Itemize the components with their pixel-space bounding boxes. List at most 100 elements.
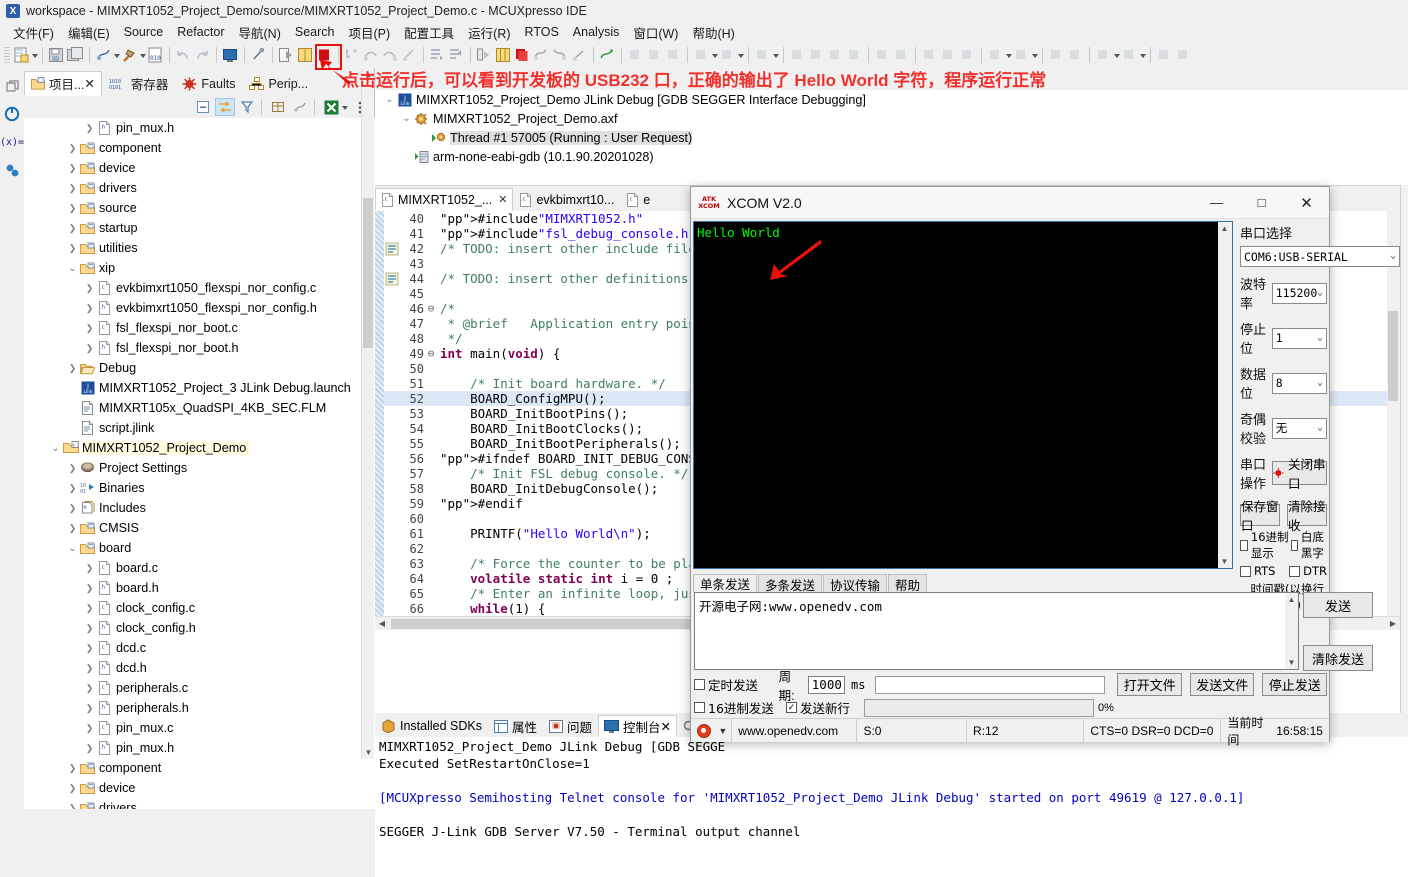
tree-row[interactable]: ⌄ board [24, 538, 375, 558]
suspend-all-icon[interactable] [448, 47, 465, 64]
menu-item-6[interactable]: 项目(P) [341, 23, 397, 42]
close-icon[interactable]: ✕ [498, 193, 507, 206]
chevron-right-icon[interactable]: ❯ [83, 318, 96, 338]
tree-row[interactable]: ❯ component [24, 138, 375, 158]
step-over-icon[interactable] [363, 47, 380, 64]
menu-item-5[interactable]: Search [288, 25, 342, 39]
scroll-left-icon[interactable]: ◀ [375, 617, 389, 630]
menu-item-2[interactable]: Source [117, 25, 171, 39]
clear-send-button[interactable]: 清除发送 [1303, 645, 1373, 671]
left-tab-0[interactable]: 项目... ✕ [24, 71, 102, 96]
chevron-right-icon[interactable]: ❯ [66, 138, 79, 158]
build-icon[interactable] [121, 47, 138, 64]
toolbar-icon[interactable] [627, 47, 644, 64]
toolbar-icon[interactable] [959, 47, 976, 64]
tree-row[interactable]: ⌄ c MIMXRT1052_Project_Demo [24, 438, 375, 458]
close-icon[interactable]: ✕ [661, 719, 671, 734]
send-textbox[interactable]: 开源电子网:www.openedv.com ▲ ▼ [694, 592, 1299, 670]
checkbox-white-bg[interactable]: 白底黑字 [1290, 529, 1327, 561]
scroll-down-icon[interactable]: ▼ [1285, 656, 1298, 669]
chevron-right-icon[interactable]: ❯ [83, 598, 96, 618]
toolbar-icon[interactable] [1156, 47, 1173, 64]
tree-row[interactable]: ❯ .c clock_config.c [24, 598, 375, 618]
chevron-right-icon[interactable]: ❯ [83, 678, 96, 698]
left-tab-3[interactable]: Perip... [242, 71, 315, 96]
chevron-right-icon[interactable]: ❯ [83, 658, 96, 678]
menu-item-4[interactable]: 导航(N) [232, 23, 288, 42]
tree-row[interactable]: ❯ .h fsl_flexspi_nor_boot.h [24, 338, 375, 358]
tree-row[interactable]: ❯ source [24, 198, 375, 218]
chevron-right-icon[interactable]: ❯ [83, 118, 96, 138]
chevron-right-icon[interactable]: ❯ [83, 638, 96, 658]
console-tab-0[interactable]: Installed SDKs [375, 715, 488, 737]
menu-item-0[interactable]: 文件(F) [6, 23, 61, 42]
scroll-down-icon[interactable]: ▼ [362, 746, 375, 759]
tree-row[interactable]: ❯ CMSIS [24, 518, 375, 538]
breakpoints-icon[interactable] [0, 156, 24, 184]
receive-area[interactable]: Hello World ▲ ▼ [693, 221, 1233, 569]
tree-row[interactable]: ❯ .h board.h [24, 578, 375, 598]
tree-row[interactable]: ❯ .h clock_config.h [24, 618, 375, 638]
instruction-stepping-icon[interactable] [476, 47, 493, 64]
collapse-all-icon[interactable] [193, 98, 213, 116]
chevron-down-icon[interactable]: ⌄ [49, 438, 62, 458]
send-file-button[interactable]: 发送文件 [1189, 673, 1255, 696]
toolbar-icon[interactable] [1175, 47, 1192, 64]
tree-row[interactable]: ❯ 10 01 Binaries [24, 478, 375, 498]
toolbar-icon[interactable] [665, 47, 682, 64]
toolbar-icon[interactable] [789, 47, 806, 64]
tree-row[interactable]: ❯ drivers [24, 178, 375, 198]
chevron-down-icon[interactable] [772, 47, 779, 63]
console-tab-3[interactable]: 控制台 ✕ [598, 715, 678, 737]
menu-item-12[interactable]: 帮助(H) [685, 23, 741, 42]
tree-row[interactable]: ❯ .c board.c [24, 558, 375, 578]
chevron-right-icon[interactable]: ❯ [83, 618, 96, 638]
step-instruction-icon[interactable] [401, 47, 418, 64]
send-tab-0[interactable]: 单条发送 [693, 574, 758, 593]
chevron-down-icon[interactable] [31, 47, 38, 63]
send-button[interactable]: 发送 [1303, 592, 1373, 618]
tree-row[interactable]: ❯ startup [24, 218, 375, 238]
redo-icon[interactable] [194, 47, 211, 64]
send-tab-2[interactable]: 协议传输 [823, 574, 888, 593]
menu-item-8[interactable]: 运行(R) [461, 23, 517, 42]
close-icon[interactable]: ✕ [84, 76, 94, 91]
baud-select[interactable]: 115200 ⌄ [1271, 282, 1327, 304]
save-icon[interactable] [48, 47, 65, 64]
debug-power-icon[interactable] [0, 100, 24, 128]
build-icon[interactable] [290, 98, 310, 116]
tree-row[interactable]: ❯ component [24, 758, 375, 778]
console-tab-2[interactable]: 问题 [543, 715, 598, 737]
editor-vertical-scrollbar[interactable] [1387, 211, 1400, 616]
chevron-down-icon[interactable]: ⌄ [66, 538, 79, 558]
chevron-right-icon[interactable]: ❯ [83, 738, 96, 758]
disassembly-icon[interactable] [533, 47, 550, 64]
tree-row[interactable]: ❯ device [24, 778, 375, 798]
scrollbar-thumb[interactable] [363, 198, 373, 348]
send-tab-3[interactable]: 帮助 [888, 574, 928, 593]
stop-send-button[interactable]: 停止发送 [1262, 673, 1327, 696]
chevron-down-icon[interactable]: ⌄ [400, 109, 413, 129]
new-file-icon[interactable] [13, 47, 30, 64]
chevron-down-icon[interactable] [113, 47, 120, 63]
tree-row[interactable]: MIMXRT105x_QuadSPI_4KB_SEC.FLM [24, 398, 375, 418]
toolbar-icon[interactable] [808, 47, 825, 64]
breakpoint-ruler[interactable] [375, 211, 384, 616]
chevron-right-icon[interactable]: ❯ [66, 238, 79, 258]
close-x-icon[interactable] [321, 98, 341, 116]
receive-scrollbar[interactable]: ▲ ▼ [1218, 222, 1232, 568]
chevron-down-icon[interactable] [1005, 47, 1012, 63]
project-tree-scrollbar[interactable]: ▲ ▼ [361, 68, 374, 759]
tree-row[interactable]: ❯ .h evkbimxrt1050_flexspi_nor_config.h [24, 298, 375, 318]
scrollbar-thumb[interactable] [1388, 311, 1398, 401]
resume-all-icon[interactable] [429, 47, 446, 64]
tree-row[interactable]: ❯ .h peripherals.h [24, 698, 375, 718]
toolbar-icon[interactable] [1095, 47, 1112, 64]
debug-row[interactable]: ⌄ MIMXRT1052_Project_Demo.axf [375, 109, 1408, 128]
debug-extra-icon[interactable] [599, 47, 616, 64]
debug-view[interactable]: ⌄ J Link MIMXRT1052_Project_Demo JLink Debu… [375, 90, 1408, 185]
toolbar-icon[interactable] [1121, 47, 1138, 64]
chevron-right-icon[interactable]: ❯ [83, 718, 96, 738]
close-button[interactable]: ✕ [1284, 187, 1329, 218]
chevron-down-icon[interactable] [341, 99, 348, 115]
